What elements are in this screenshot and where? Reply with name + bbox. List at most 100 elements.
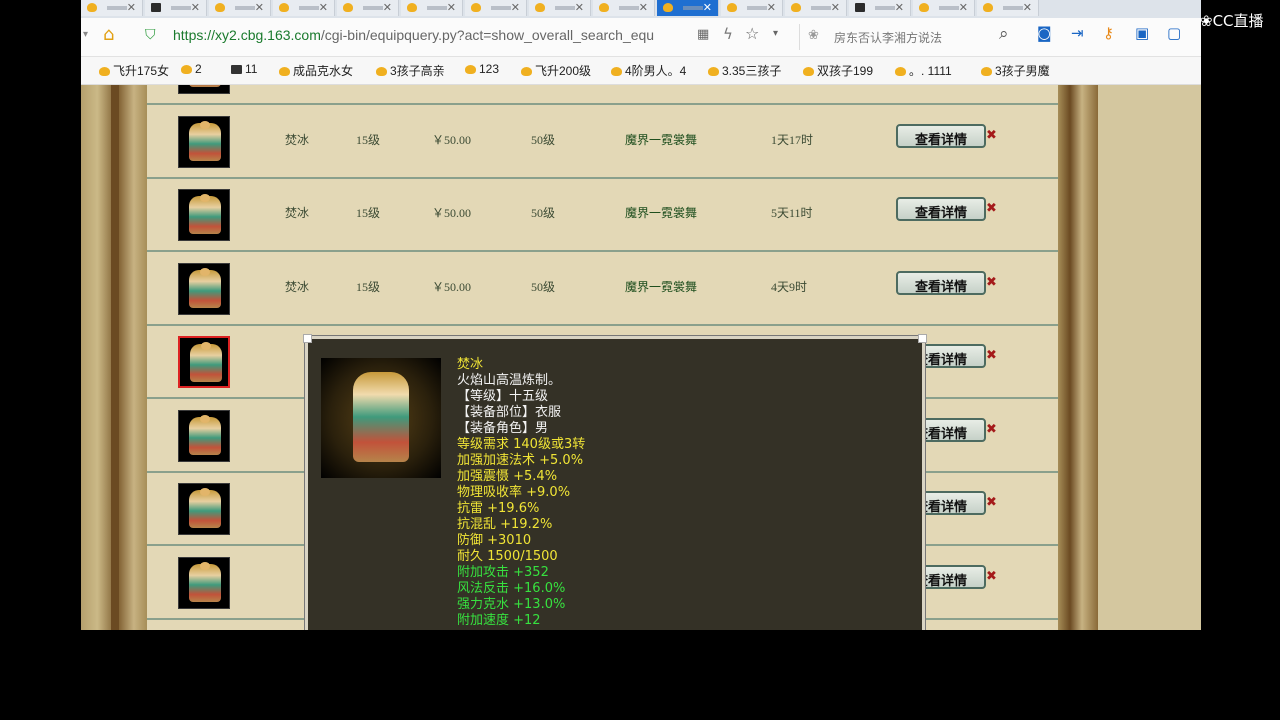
equipment-thumbnail[interactable] [178,189,230,241]
browser-tab[interactable]: ✕ [465,0,527,16]
browser-tab[interactable]: ✕ [913,0,975,16]
browser-tab[interactable]: ✕ [977,0,1039,16]
star-fav-icon [727,3,737,12]
bookmark-item[interactable]: 2 [181,62,202,76]
close-icon[interactable]: ✕ [383,1,392,15]
close-icon[interactable]: ✕ [575,1,584,15]
item-name[interactable]: 焚冰 [285,131,309,148]
bookmark-item[interactable]: 双孩子199 [803,62,873,79]
lightning-icon[interactable]: ϟ [723,27,733,42]
search-input[interactable]: ❀ 房东否认李湘方说法 [799,24,1022,50]
item-remaining-time: 5天11时 [771,206,813,220]
close-icon[interactable]: ✕ [959,1,968,15]
search-icon[interactable]: ⌕ [999,26,1009,43]
view-details-button[interactable]: 查看详情 ✖ [896,197,1004,223]
equipment-thumbnail[interactable] [178,410,230,462]
equipment-tooltip: 焚冰 火焰山高温炼制。 【等级】十五级 【装备部位】衣服 【装备角色】男 等级需… [303,334,927,630]
equipment-thumbnail[interactable] [178,263,230,315]
star-fav-icon [611,67,622,76]
browser-tab[interactable]: ✕ [81,0,143,16]
shield-icon: ⛉ [145,27,156,43]
login-icon[interactable]: ⇥ [1071,26,1084,41]
bookmark-item[interactable]: 3.35三孩子 [708,62,781,79]
cc-live-logo: ❀CC直播 [1200,12,1264,30]
equipment-thumbnail[interactable] [178,116,230,168]
star-fav-icon [535,3,545,12]
table-row: 焚冰 15级 ￥50.00 50级 魔界一霓裳舞 1天17时 查看详情 ✖ [147,104,1058,179]
armor-icon [189,268,221,308]
url-path: /cgi-bin/equipquery.py?act=show_overall_… [320,27,655,43]
browser-tab[interactable]: ✕ [721,0,783,16]
close-icon[interactable]: ✕ [127,1,136,15]
table-row [147,85,1058,105]
equipment-thumbnail-hovered[interactable] [178,336,230,388]
bookmark-item[interactable]: 11 [231,62,257,76]
item-requirement: 50级 [531,280,556,294]
equipment-thumbnail[interactable] [178,483,230,535]
grid-icon[interactable]: ▦ [697,28,709,41]
browser-tab[interactable]: ✕ [785,0,847,16]
star-fav-icon [663,3,673,12]
browser-tab[interactable]: ✕ [593,0,655,16]
bookmark-item[interactable]: 飞升200级 [521,62,591,79]
item-level: 15级 [356,133,381,147]
bookmark-item[interactable]: 飞升175女 [99,62,169,79]
tassel-icon: ✖ [986,495,997,510]
star-fav-icon [981,67,992,76]
star-fav-icon [407,3,417,12]
key-icon[interactable]: ⚷ [1103,26,1114,41]
star-fav-icon [279,3,289,12]
translate-icon[interactable]: ▣ [1135,26,1149,41]
item-seller: 魔界一霓裳舞 [625,206,698,220]
view-details-button[interactable]: 查看详情 ✖ [896,124,1004,150]
item-name[interactable]: 焚冰 [285,204,309,221]
browser-tab[interactable]: ✕ [529,0,591,16]
magnifier-app-icon[interactable]: ◙ [1037,26,1052,41]
item-name[interactable]: 焚冰 [285,278,309,295]
address-bar: ▾ ⌂ ⛉ https://xy2.cbg.163.com/cgi-bin/eq… [81,18,1201,57]
url-field[interactable]: https://xy2.cbg.163.com/cgi-bin/equipque… [173,27,693,43]
armor-icon [189,488,221,528]
browser-tab[interactable]: ✕ [273,0,335,16]
chevron-down-icon[interactable]: ▾ [83,30,88,40]
bookmark-item[interactable]: 3孩子高亲 [376,62,445,79]
close-icon[interactable]: ✕ [511,1,520,15]
browser-tab-active[interactable]: ✕ [657,0,719,16]
close-icon[interactable]: ✕ [831,1,840,15]
close-icon[interactable]: ✕ [447,1,456,15]
star-fav-icon [215,3,225,12]
browser-tab[interactable]: ✕ [145,0,207,16]
equipment-thumbnail[interactable] [178,85,230,94]
tooltip-line: 【装备角色】男 [457,421,549,436]
chevron-down-icon[interactable]: ▾ [773,29,778,39]
home-icon[interactable]: ⌂ [103,26,114,44]
bookmark-item[interactable]: 成品克水女 [279,62,353,79]
bookmark-item[interactable]: 。. 1111 [895,62,952,79]
close-icon[interactable]: ✕ [895,1,904,15]
bookmark-item[interactable]: 4阶男人。4 [611,62,686,79]
close-icon[interactable]: ✕ [255,1,264,15]
window-icon[interactable]: ▢ [1167,26,1181,41]
item-requirement: 50级 [531,133,556,147]
bookmark-item[interactable]: 123 [465,62,499,76]
star-fav-icon [895,67,906,76]
browser-tab[interactable]: ✕ [401,0,463,16]
page-background-paper [1098,85,1201,630]
view-details-button[interactable]: 查看详情 ✖ [896,271,1004,297]
close-icon[interactable]: ✕ [319,1,328,15]
close-icon[interactable]: ✕ [1023,1,1032,15]
equipment-thumbnail[interactable] [178,557,230,609]
star-icon[interactable]: ☆ [745,26,759,42]
star-fav-icon [279,67,290,76]
item-price: ￥50.00 [432,280,472,294]
close-icon[interactable]: ✕ [191,1,200,15]
browser-tab[interactable]: ✕ [849,0,911,16]
close-icon[interactable]: ✕ [639,1,648,15]
bookmark-item[interactable]: 3孩子男魔 [981,62,1050,79]
close-icon[interactable]: ✕ [767,1,776,15]
tassel-icon: ✖ [986,275,997,290]
browser-tab[interactable]: ✕ [337,0,399,16]
item-level: 15级 [356,206,381,220]
close-icon[interactable]: ✕ [703,1,712,15]
browser-tab[interactable]: ✕ [209,0,271,16]
